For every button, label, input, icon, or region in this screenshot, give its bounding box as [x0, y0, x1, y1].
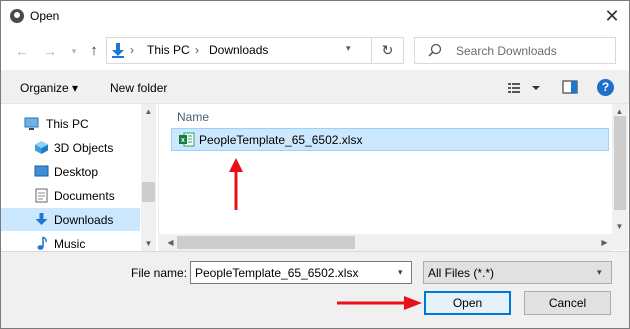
nav-item-label: This PC: [46, 117, 89, 131]
breadcrumb-separator[interactable]: ›: [130, 43, 134, 57]
cube-icon: [35, 141, 48, 154]
nav-scroll-up-arrow[interactable]: ▲: [141, 107, 156, 116]
file-name: PeopleTemplate_65_6502.xlsx: [199, 133, 363, 147]
document-icon: [35, 188, 48, 203]
window-title: Open: [30, 9, 60, 23]
cancel-button[interactable]: Cancel: [524, 291, 611, 315]
nav-item-this-pc[interactable]: This PC: [0, 112, 140, 135]
annotation-arrow-right: [337, 296, 422, 310]
nav-item-downloads[interactable]: Downloads: [0, 208, 140, 231]
file-list: [158, 104, 613, 235]
nav-item-desktop[interactable]: Desktop: [0, 160, 140, 183]
forward-button[interactable]: →: [40, 40, 60, 62]
recent-locations-button[interactable]: ▾: [64, 40, 84, 62]
excel-icon: x: [179, 132, 195, 147]
download-icon: [35, 213, 48, 225]
file-name-label: File name:: [131, 266, 188, 280]
nav-item-3d-objects[interactable]: 3D Objects: [0, 136, 140, 159]
new-folder-button[interactable]: New folder: [110, 81, 167, 95]
file-scroll-up-arrow[interactable]: ▲: [612, 107, 627, 116]
breadcrumb-this-pc[interactable]: This PC: [147, 43, 190, 57]
refresh-button[interactable]: ↻: [371, 38, 403, 63]
chevron-down-icon: [532, 86, 540, 90]
download-icon: [112, 43, 124, 58]
search-icon: [428, 43, 442, 57]
up-button[interactable]: ↑: [84, 40, 104, 62]
search-placeholder: Search Downloads: [456, 44, 557, 58]
preview-pane-button[interactable]: [562, 80, 578, 94]
breadcrumb-separator[interactable]: ›: [195, 43, 199, 57]
open-button[interactable]: Open: [424, 291, 511, 315]
change-view-button[interactable]: [506, 80, 542, 96]
chevron-down-icon[interactable]: ▾: [597, 267, 602, 278]
app-icon: [10, 9, 24, 23]
column-header-name[interactable]: Name: [177, 110, 209, 124]
file-scroll-left-arrow[interactable]: ◀: [163, 238, 178, 247]
nav-scrollbar[interactable]: [141, 104, 156, 251]
file-scroll-down-arrow[interactable]: ▼: [612, 222, 627, 231]
nav-item-label: Documents: [54, 189, 115, 203]
close-button[interactable]: ✕: [596, 2, 628, 30]
title-bar: [0, 0, 630, 32]
nav-scroll-down-arrow[interactable]: ▼: [141, 239, 156, 248]
computer-icon: [24, 117, 39, 130]
annotation-arrow-up: [229, 158, 243, 210]
desktop-icon: [34, 165, 49, 177]
organize-button[interactable]: Organize ▾: [20, 81, 78, 95]
address-history-dropdown[interactable]: ▾: [346, 43, 351, 54]
back-button[interactable]: ←: [12, 40, 32, 62]
chevron-down-icon[interactable]: ▾: [398, 267, 403, 278]
file-scroll-thumb[interactable]: [614, 116, 626, 210]
file-type-value: All Files (*.*): [428, 266, 495, 280]
nav-item-label: 3D Objects: [54, 141, 114, 155]
list-view-icon: [508, 83, 520, 93]
help-button[interactable]: ?: [597, 79, 614, 96]
nav-item-documents[interactable]: Documents: [0, 184, 140, 207]
file-scroll-right-arrow[interactable]: ▶: [597, 238, 612, 247]
nav-item-label: Downloads: [54, 213, 114, 227]
nav-item-label: Music: [54, 237, 86, 251]
nav-scroll-thumb[interactable]: [142, 182, 155, 202]
file-name-input[interactable]: [190, 261, 412, 284]
file-hscroll-thumb[interactable]: [177, 236, 355, 249]
breadcrumb-downloads[interactable]: Downloads: [209, 43, 268, 57]
svg-text:x: x: [181, 137, 185, 144]
music-icon: [37, 236, 47, 250]
nav-item-label: Desktop: [54, 165, 99, 179]
